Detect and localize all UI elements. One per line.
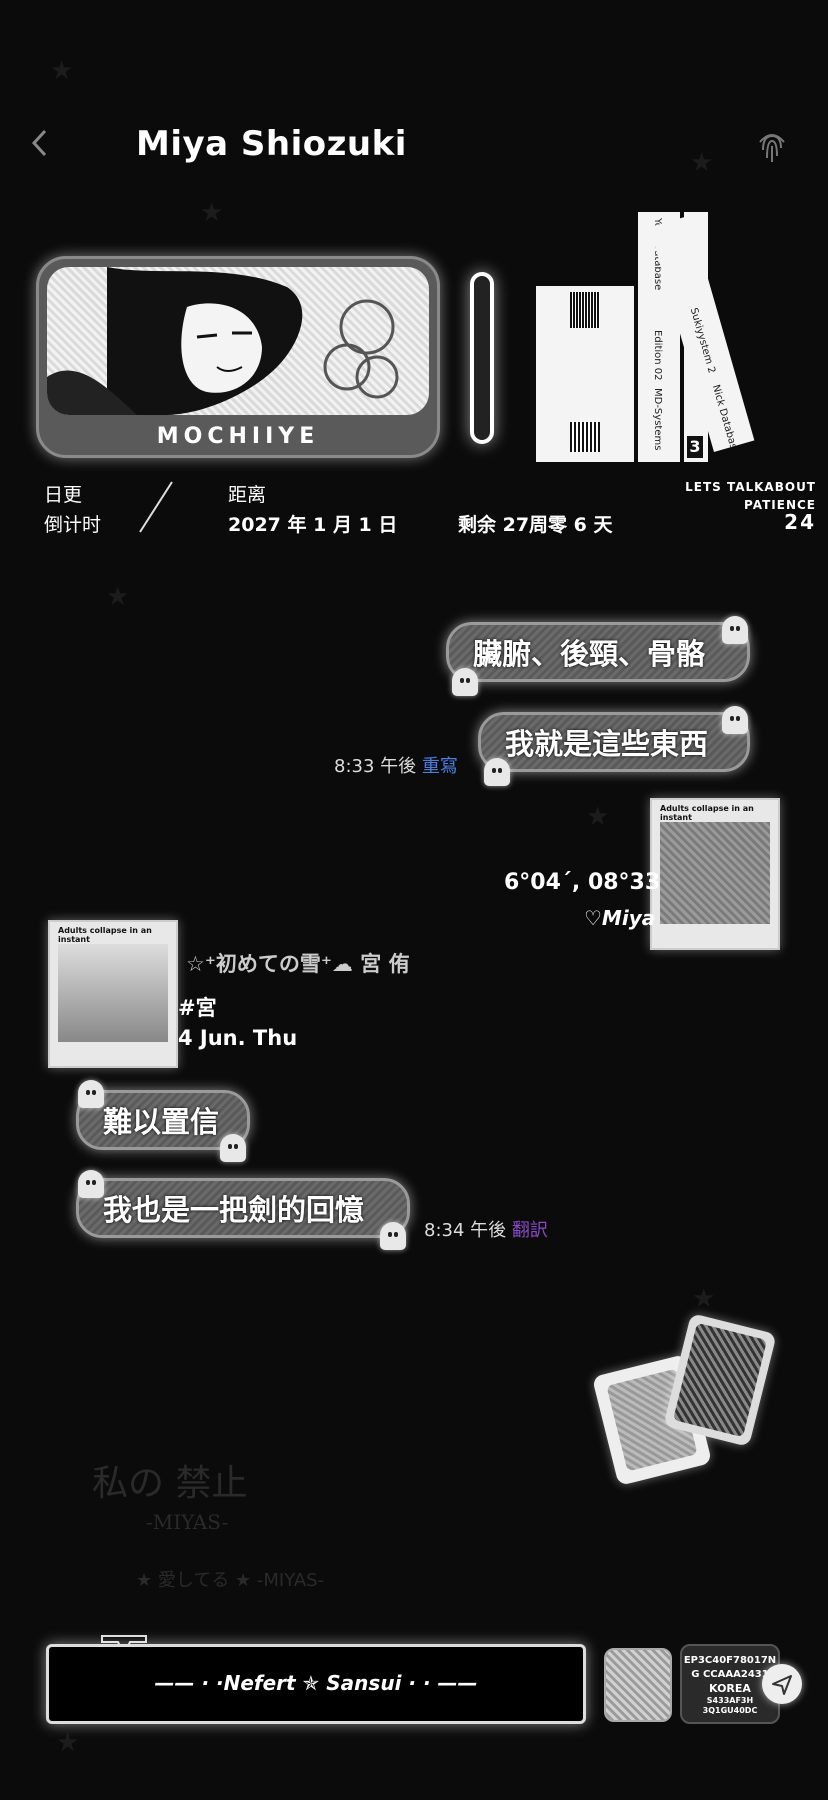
photo-image [58,944,168,1042]
books-widget[interactable]: Your Database Edition 02 MD-Systems 3 Su… [536,212,792,464]
sticker-card[interactable] [663,1313,777,1447]
daily-label: 日更 [44,484,83,506]
star-icon: ★ [586,802,610,832]
message-time: 8:33 午後 [334,756,417,777]
star-icon: ★ [692,1284,716,1314]
star-icon: ★ [200,198,224,228]
back-chevron-icon[interactable] [30,128,50,158]
countdown-label: 倒计时 [44,514,102,536]
book-card [536,286,634,462]
ghost-icon [220,1134,246,1162]
lets-talk-label: LETS TALKABOUT PATIENCE [685,480,816,512]
input-bar-text: —— · ·Nefert ✯ Sansui · · —— [154,1671,478,1695]
page-title: Miya Shiozuki [136,124,407,164]
coords-text: 6°04´, 08°33 [504,870,661,895]
message-text: 我就是這些東西 [505,727,709,761]
remaining-time: 剩余 27周零 6 天 [458,514,613,536]
ghost-icon [722,706,748,734]
profile-banner[interactable]: MOCHIIYE [36,256,440,458]
watermark-sub: -MIYAS- [146,1510,229,1534]
banner-artwork [47,267,429,415]
post-date: 4 Jun. Thu [178,1026,298,1050]
target-date: 2027 年 1 月 1 日 [228,514,398,536]
distance-label: 距离 [228,484,267,506]
divider-slash [139,481,173,533]
ghost-icon [380,1222,406,1250]
lets-talk-number: 24 [784,510,816,534]
message-text: 我也是一把劍的回憶 [103,1193,365,1227]
message-text: 臟腑、後頸、骨骼 [473,637,706,671]
message-bubble-outgoing[interactable]: 臟腑、後頸、骨骼 [446,622,750,682]
signature-text: ♡Miya [584,906,656,930]
send-icon [772,1675,792,1695]
ghost-icon [484,758,510,786]
message-time: 8:34 午後 [424,1220,507,1241]
post-caption: ☆⁺初めての雪⁺☁ 宮 侑 [186,952,410,976]
star-icon: ★ [690,148,714,178]
message-bubble-outgoing[interactable]: 我就是這些東西 [478,712,750,772]
banner-label: MOCHIIYE [156,424,320,449]
ghost-icon [78,1170,104,1198]
watermark-title: 私の 禁止 [92,1463,248,1504]
spine-number: 3 [687,436,703,458]
photo-card[interactable]: Adults collapse in an instant [48,920,178,1068]
fingerprint-icon[interactable] [752,126,792,166]
photo-card[interactable]: Adults collapse in an instant [650,798,780,950]
message-bubble-incoming[interactable]: 我也是一把劍的回憶 [76,1178,410,1238]
message-input-bar[interactable]: —— · ·Nefert ✯ Sansui · · —— [46,1644,586,1724]
watermark-line: ★ 愛してる ★ -MIYAS- [136,1570,325,1591]
star-icon: ★ [106,582,130,612]
star-icon: ★ [56,1728,80,1758]
send-button[interactable] [762,1664,802,1704]
photo-image [660,822,770,924]
glow-pill [470,272,494,444]
ghost-icon [78,1080,104,1108]
message-meta-incoming: 8:34 午後 翻訳 [424,1216,548,1242]
star-icon: ★ [50,56,74,86]
attachment-thumbnail[interactable] [604,1648,672,1722]
message-text: 難以置信 [103,1105,220,1139]
ghost-icon [722,616,748,644]
ghost-icon [452,668,478,696]
rewrite-link[interactable]: 重寫 [422,756,458,777]
translate-link[interactable]: 翻訳 [512,1220,548,1241]
post-hashtag: #宮 [178,996,217,1020]
message-meta-outgoing: 8:33 午後 重寫 [334,752,458,778]
